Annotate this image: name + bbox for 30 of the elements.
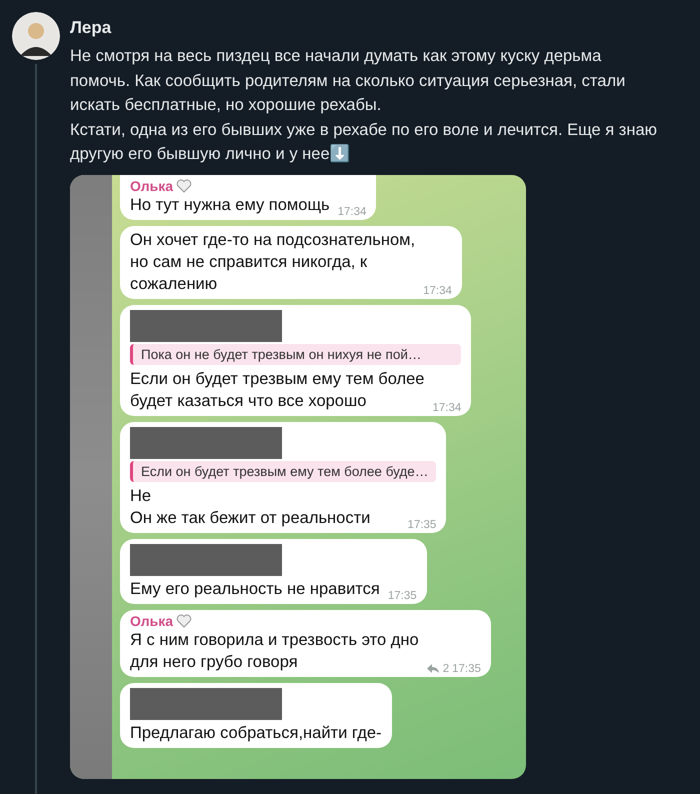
message-text: сожалению (130, 274, 218, 294)
message-text: Я с ним говорила и трезвость это дно (130, 630, 419, 650)
message-time: 17:34 (338, 206, 366, 218)
quoted-message[interactable]: Если он будет трезвым ему тем более буде… (130, 460, 436, 482)
heart-icon (176, 178, 192, 192)
message-time: 17:35 (408, 518, 436, 530)
message-text: для него грубо говоря (130, 652, 299, 672)
message-text: Он хочет где-то на подсознательном, (130, 230, 416, 250)
avatar[interactable] (12, 12, 60, 60)
post-text: Не смотря на весь пиздец все начали думать как этому куску дерьма помочь. Как сообщить родителям на сколько ситуация серьезная, стали искать бесплатные, но хорошие рехабы. (70, 46, 626, 116)
quoted-message[interactable]: Пока он не будет трезвым он нихуя не пой… (130, 344, 462, 364)
message-text: будет казаться что все хорошо (130, 390, 368, 412)
message-time: 17:34 (423, 284, 452, 296)
sender-name: Олька (130, 178, 173, 194)
message-text: Не (130, 486, 152, 506)
message-text: Но тут нужна ему помощь (130, 194, 330, 216)
author-name[interactable]: Лера (70, 18, 684, 38)
message-time: 17:35 (388, 590, 417, 602)
post-text: Кстати, одна из его бывших уже в рехабе по его воле и лечится. Еще я знаю другую его бывшую лично и у нее⬇ (70, 120, 658, 165)
heart-icon (176, 614, 192, 628)
message-text: но сам не справится никогда, к (130, 252, 368, 272)
message-time: 17:35 (452, 662, 481, 674)
reply-icon[interactable] (426, 664, 439, 674)
message-text: Если он будет трезвым ему тем более (130, 368, 424, 390)
message-text: Ему его реальность не нравится (130, 578, 380, 600)
message-text: Предлагаю собраться,найти где- (130, 722, 382, 744)
message-time: 17:34 (432, 402, 462, 414)
message-text: Он же так бежит от реальности (130, 508, 372, 528)
sender-name: Олька (130, 612, 173, 628)
reply-count: 2 (442, 662, 450, 674)
